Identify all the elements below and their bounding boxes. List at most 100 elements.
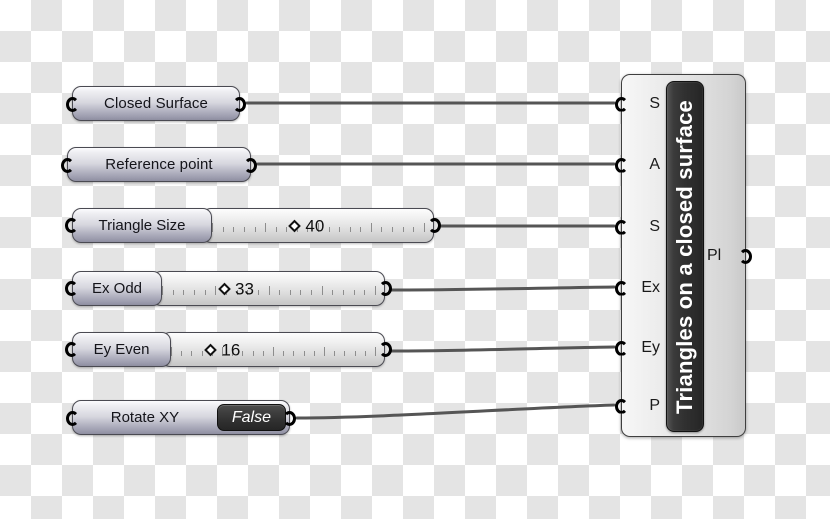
slider-value-ex-odd: 33 (234, 279, 254, 298)
input-port-rotate-xy[interactable] (66, 411, 79, 426)
component-output-port-pl[interactable] (739, 248, 752, 264)
slider-value-ey-even: 16 (221, 340, 241, 359)
slider-tick (354, 350, 356, 356)
slider-tick (313, 350, 315, 356)
slider-node-ey-even[interactable]: Ey Even 16 (65, 332, 392, 367)
slider-track-triangle-size[interactable]: 40 (202, 208, 434, 243)
component-input-ports: S A S Ex Ey P (615, 75, 666, 436)
slider-handle-ex-odd[interactable]: 33 (218, 279, 254, 298)
slider-tick (170, 346, 172, 356)
wire-ex-odd-to-ex[interactable] (390, 285, 616, 292)
slider-tick (300, 289, 302, 295)
param-node-closed-surface[interactable]: Closed Surface (66, 86, 246, 121)
slider-tick (183, 289, 185, 295)
boolean-node-rotate-xy[interactable]: Rotate XY False (66, 400, 296, 435)
slider-ticks-ex-odd (153, 283, 384, 295)
slider-tick (324, 346, 326, 356)
output-port-triangle-size[interactable] (428, 218, 441, 233)
component-input-port-p-5[interactable] (615, 398, 628, 414)
slider-handle-triangle-size[interactable]: 40 (288, 216, 325, 235)
slider-track-ey-even[interactable]: 16 (161, 332, 385, 367)
slider-label-ey-even[interactable]: Ey Even (72, 332, 171, 367)
slider-tick (423, 222, 425, 232)
slider-tick (375, 346, 377, 356)
slider-tick (162, 285, 164, 295)
slider-tick (204, 289, 206, 295)
slider-handle-ey-even[interactable]: 16 (204, 340, 241, 359)
slider-tick (212, 222, 214, 232)
slider-tick (293, 350, 295, 356)
component-output-ports: Pl (701, 75, 752, 436)
slider-tick (257, 289, 259, 295)
param-node-reference-point[interactable]: Reference point (61, 147, 257, 182)
slider-value-triangle-size: 40 (305, 216, 325, 235)
slider-tick (321, 285, 323, 295)
slider-tick (342, 289, 344, 295)
slider-tick (311, 289, 312, 295)
component-input-label-ex-3: Ex (641, 279, 660, 296)
slider-tick (243, 226, 245, 232)
component-input-label-s-2: S (649, 218, 660, 235)
component-output-label-pl: Pl (707, 247, 722, 264)
slider-track-ex-odd[interactable]: 33 (152, 271, 385, 306)
slider-tick (201, 350, 203, 356)
slider-tick (273, 346, 274, 356)
output-port-ey-even[interactable] (379, 342, 392, 357)
slider-ticks-ey-even (162, 344, 384, 356)
input-port-ey-even[interactable] (65, 342, 78, 357)
component-triangles-on-a-closed-surface[interactable]: S A S Ex Ey P Pl Triangles on a closed surfac… (615, 74, 752, 437)
input-port-ex-odd[interactable] (65, 281, 78, 296)
slider-tick (364, 289, 366, 295)
slider-tick (392, 226, 394, 232)
input-port-closed-surface[interactable] (66, 97, 79, 112)
slider-tick (349, 226, 351, 232)
slider-tick (268, 285, 270, 295)
slider-tick (254, 226, 256, 232)
slider-tick (334, 350, 336, 356)
slider-tick (222, 226, 224, 232)
component-nameplate[interactable]: Triangles on a closed surface (666, 81, 704, 432)
slider-tick (252, 350, 254, 356)
slider-tick (215, 285, 217, 295)
input-port-triangle-size[interactable] (65, 218, 78, 233)
param-label-reference-point: Reference point (105, 156, 213, 173)
component-input-port-ey-4[interactable] (615, 340, 628, 356)
slider-node-triangle-size[interactable]: Triangle Size 40 (65, 208, 441, 243)
slider-tick (191, 350, 193, 356)
grasshopper-canvas[interactable]: Closed Surface Reference point Triangle Si… (0, 0, 830, 519)
boolean-label-rotate-xy: Rotate XY (110, 409, 180, 426)
slider-tick (370, 222, 372, 232)
component-name-label: Triangles on a closed surface (672, 99, 698, 414)
slider-label-ex-odd[interactable]: Ex Odd (72, 271, 162, 306)
slider-tick (360, 226, 362, 232)
component-input-label-a-1: A (649, 156, 660, 173)
slider-label-triangle-size[interactable]: Triangle Size (72, 208, 212, 243)
component-input-port-ex-3[interactable] (615, 280, 628, 296)
slider-tick (265, 222, 267, 232)
slider-tick (233, 226, 235, 232)
component-input-port-a-1[interactable] (615, 157, 628, 173)
component-input-port-s-2[interactable] (615, 219, 628, 235)
output-port-closed-surface[interactable] (233, 97, 246, 112)
output-port-reference-point[interactable] (244, 158, 257, 173)
diamond-handle-icon[interactable] (288, 219, 302, 232)
slider-tick (181, 350, 183, 356)
slider-tick (275, 226, 277, 232)
output-port-ex-odd[interactable] (379, 281, 392, 296)
component-input-label-s-0: S (649, 95, 660, 112)
slider-tick (283, 350, 285, 356)
slider-tick (332, 289, 334, 295)
diamond-handle-icon[interactable] (218, 282, 231, 295)
wire-ey-even-to-ey[interactable] (390, 345, 616, 353)
input-port-reference-point[interactable] (61, 158, 74, 173)
slider-node-ex-odd[interactable]: Ex Odd 33 (65, 271, 392, 306)
wire-rotate-xy-to-p[interactable] (295, 403, 616, 420)
component-input-label-p-5: P (649, 397, 660, 414)
slider-tick (353, 289, 355, 295)
boolean-toggle-rotate-xy[interactable]: False (216, 404, 286, 431)
component-input-port-s-0[interactable] (615, 96, 628, 112)
diamond-handle-icon[interactable] (204, 343, 218, 356)
slider-tick (328, 226, 330, 232)
slider-tick (381, 226, 383, 232)
output-port-rotate-xy[interactable] (283, 411, 296, 426)
